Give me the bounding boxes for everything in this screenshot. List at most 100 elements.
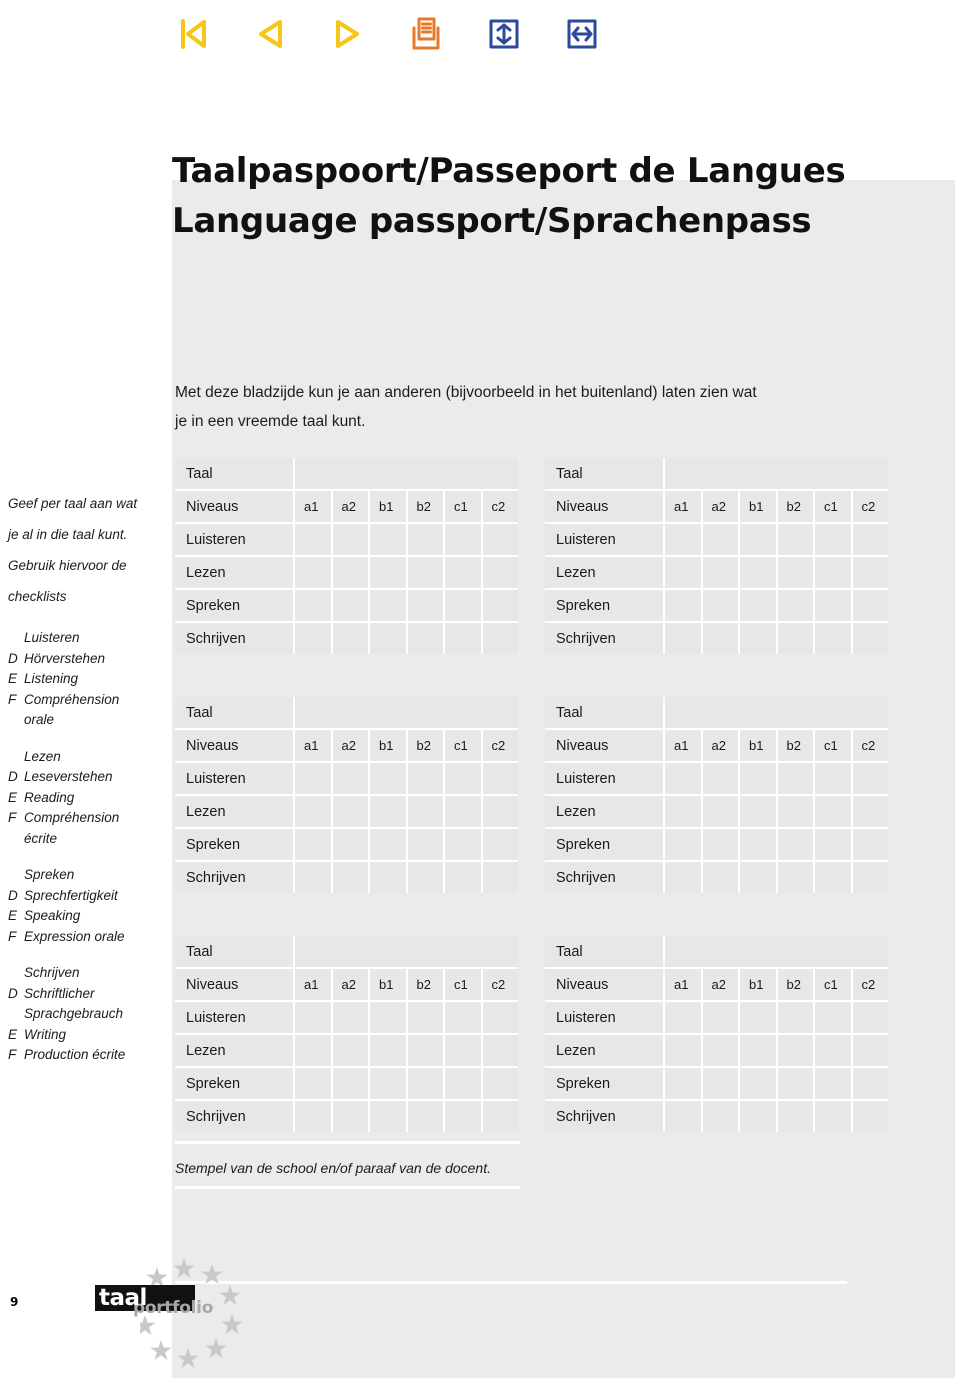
skill-level-checkbox-cell[interactable] bbox=[370, 1002, 406, 1033]
skill-level-checkbox-cell[interactable] bbox=[852, 796, 888, 827]
skill-level-checkbox-cell[interactable] bbox=[445, 524, 481, 555]
skill-level-checkbox-cell[interactable] bbox=[852, 1002, 888, 1033]
skill-level-checkbox-cell[interactable] bbox=[332, 829, 368, 860]
skill-level-checkbox-cell[interactable] bbox=[332, 1101, 368, 1132]
skill-level-checkbox-cell[interactable] bbox=[815, 623, 851, 654]
skill-level-checkbox-cell[interactable] bbox=[445, 623, 481, 654]
skill-level-checkbox-cell[interactable] bbox=[332, 1068, 368, 1099]
skill-level-checkbox-cell[interactable] bbox=[482, 829, 518, 860]
skill-level-checkbox-cell[interactable] bbox=[702, 862, 738, 893]
skill-level-checkbox-cell[interactable] bbox=[852, 862, 888, 893]
skill-level-checkbox-cell[interactable] bbox=[295, 524, 331, 555]
skill-level-checkbox-cell[interactable] bbox=[445, 1101, 481, 1132]
skill-level-checkbox-cell[interactable] bbox=[852, 829, 888, 860]
skill-level-checkbox-cell[interactable] bbox=[407, 590, 443, 621]
skill-level-checkbox-cell[interactable] bbox=[702, 1002, 738, 1033]
skill-level-checkbox-cell[interactable] bbox=[740, 524, 776, 555]
skill-level-checkbox-cell[interactable] bbox=[445, 590, 481, 621]
skill-level-checkbox-cell[interactable] bbox=[295, 1002, 331, 1033]
skill-level-checkbox-cell[interactable] bbox=[445, 1068, 481, 1099]
skill-level-checkbox-cell[interactable] bbox=[332, 590, 368, 621]
skill-level-checkbox-cell[interactable] bbox=[482, 796, 518, 827]
skill-level-checkbox-cell[interactable] bbox=[332, 524, 368, 555]
skill-level-checkbox-cell[interactable] bbox=[295, 590, 331, 621]
skill-level-checkbox-cell[interactable] bbox=[295, 1101, 331, 1132]
skill-level-checkbox-cell[interactable] bbox=[777, 796, 813, 827]
skill-level-checkbox-cell[interactable] bbox=[702, 763, 738, 794]
skill-level-checkbox-cell[interactable] bbox=[665, 524, 701, 555]
skill-level-checkbox-cell[interactable] bbox=[777, 524, 813, 555]
skill-level-checkbox-cell[interactable] bbox=[295, 796, 331, 827]
skill-level-checkbox-cell[interactable] bbox=[407, 557, 443, 588]
skill-level-checkbox-cell[interactable] bbox=[407, 1068, 443, 1099]
skill-level-checkbox-cell[interactable] bbox=[777, 829, 813, 860]
fit-height-icon[interactable] bbox=[484, 14, 524, 54]
language-value-cell[interactable] bbox=[295, 936, 518, 967]
language-value-cell[interactable] bbox=[665, 458, 888, 489]
skill-level-checkbox-cell[interactable] bbox=[665, 829, 701, 860]
skill-level-checkbox-cell[interactable] bbox=[665, 763, 701, 794]
skill-level-checkbox-cell[interactable] bbox=[777, 590, 813, 621]
skill-level-checkbox-cell[interactable] bbox=[777, 1035, 813, 1066]
skill-level-checkbox-cell[interactable] bbox=[332, 1035, 368, 1066]
skill-level-checkbox-cell[interactable] bbox=[702, 796, 738, 827]
skill-level-checkbox-cell[interactable] bbox=[407, 763, 443, 794]
skill-level-checkbox-cell[interactable] bbox=[815, 1101, 851, 1132]
language-value-cell[interactable] bbox=[295, 458, 518, 489]
skill-level-checkbox-cell[interactable] bbox=[665, 557, 701, 588]
skill-level-checkbox-cell[interactable] bbox=[407, 862, 443, 893]
skill-level-checkbox-cell[interactable] bbox=[445, 1035, 481, 1066]
skill-level-checkbox-cell[interactable] bbox=[445, 763, 481, 794]
first-page-icon[interactable] bbox=[172, 14, 212, 54]
skill-level-checkbox-cell[interactable] bbox=[702, 623, 738, 654]
skill-level-checkbox-cell[interactable] bbox=[482, 1002, 518, 1033]
skill-level-checkbox-cell[interactable] bbox=[740, 862, 776, 893]
skill-level-checkbox-cell[interactable] bbox=[740, 763, 776, 794]
skill-level-checkbox-cell[interactable] bbox=[740, 557, 776, 588]
previous-page-icon[interactable] bbox=[250, 14, 290, 54]
skill-level-checkbox-cell[interactable] bbox=[777, 1101, 813, 1132]
skill-level-checkbox-cell[interactable] bbox=[482, 1035, 518, 1066]
skill-level-checkbox-cell[interactable] bbox=[332, 623, 368, 654]
skill-level-checkbox-cell[interactable] bbox=[370, 524, 406, 555]
skill-level-checkbox-cell[interactable] bbox=[665, 1035, 701, 1066]
skill-level-checkbox-cell[interactable] bbox=[815, 524, 851, 555]
skill-level-checkbox-cell[interactable] bbox=[777, 557, 813, 588]
skill-level-checkbox-cell[interactable] bbox=[740, 829, 776, 860]
skill-level-checkbox-cell[interactable] bbox=[407, 623, 443, 654]
skill-level-checkbox-cell[interactable] bbox=[482, 524, 518, 555]
skill-level-checkbox-cell[interactable] bbox=[702, 524, 738, 555]
skill-level-checkbox-cell[interactable] bbox=[702, 1068, 738, 1099]
skill-level-checkbox-cell[interactable] bbox=[295, 1068, 331, 1099]
skill-level-checkbox-cell[interactable] bbox=[295, 1035, 331, 1066]
skill-level-checkbox-cell[interactable] bbox=[370, 1068, 406, 1099]
skill-level-checkbox-cell[interactable] bbox=[815, 829, 851, 860]
skill-level-checkbox-cell[interactable] bbox=[370, 590, 406, 621]
skill-level-checkbox-cell[interactable] bbox=[815, 590, 851, 621]
skill-level-checkbox-cell[interactable] bbox=[445, 1002, 481, 1033]
skill-level-checkbox-cell[interactable] bbox=[295, 829, 331, 860]
skill-level-checkbox-cell[interactable] bbox=[740, 1068, 776, 1099]
fit-width-icon[interactable] bbox=[562, 14, 602, 54]
language-value-cell[interactable] bbox=[665, 936, 888, 967]
skill-level-checkbox-cell[interactable] bbox=[295, 623, 331, 654]
skill-level-checkbox-cell[interactable] bbox=[777, 1002, 813, 1033]
skill-level-checkbox-cell[interactable] bbox=[407, 1101, 443, 1132]
skill-level-checkbox-cell[interactable] bbox=[370, 862, 406, 893]
skill-level-checkbox-cell[interactable] bbox=[482, 1101, 518, 1132]
skill-level-checkbox-cell[interactable] bbox=[482, 623, 518, 654]
skill-level-checkbox-cell[interactable] bbox=[702, 829, 738, 860]
skill-level-checkbox-cell[interactable] bbox=[332, 557, 368, 588]
skill-level-checkbox-cell[interactable] bbox=[665, 1068, 701, 1099]
skill-level-checkbox-cell[interactable] bbox=[852, 763, 888, 794]
skill-level-checkbox-cell[interactable] bbox=[370, 1101, 406, 1132]
skill-level-checkbox-cell[interactable] bbox=[665, 1002, 701, 1033]
skill-level-checkbox-cell[interactable] bbox=[777, 1068, 813, 1099]
language-value-cell[interactable] bbox=[295, 697, 518, 728]
skill-level-checkbox-cell[interactable] bbox=[702, 557, 738, 588]
skill-level-checkbox-cell[interactable] bbox=[852, 557, 888, 588]
skill-level-checkbox-cell[interactable] bbox=[740, 1101, 776, 1132]
skill-level-checkbox-cell[interactable] bbox=[665, 862, 701, 893]
skill-level-checkbox-cell[interactable] bbox=[852, 623, 888, 654]
skill-level-checkbox-cell[interactable] bbox=[295, 763, 331, 794]
